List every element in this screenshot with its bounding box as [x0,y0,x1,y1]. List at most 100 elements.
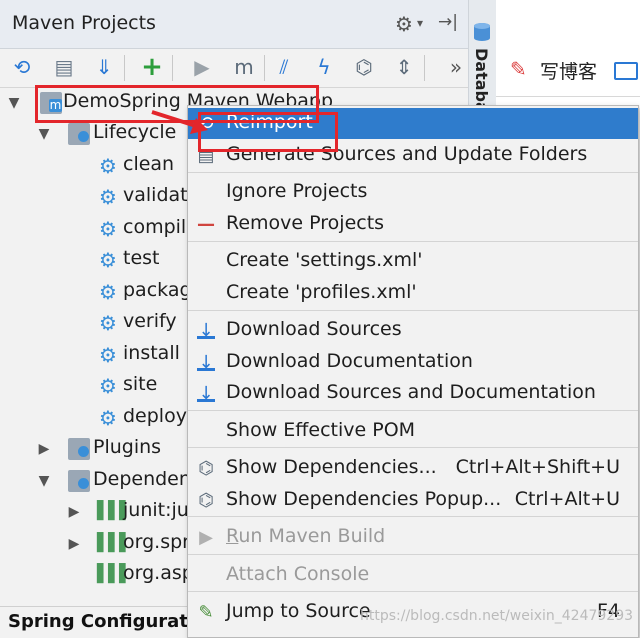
download-icon[interactable]: ⇓ [90,53,118,81]
collapse-all-icon[interactable]: ⇕ [390,53,418,81]
plugins-folder-icon [68,438,90,460]
run-icon[interactable]: ▶ [188,53,216,81]
chevron-down-icon[interactable]: ▼ [36,466,52,496]
maven-toolbar: ⟲ ▤ ⇓ + ▶ m ⫽ ϟ ⌬ ⇕ » [0,49,468,88]
menu-item-download-documentation[interactable]: ↓ Download Documentation [188,347,638,378]
phase-label: verify [123,310,177,332]
toolbar-separator [424,55,425,81]
menu-separator [188,410,638,411]
gear-icon: ⚙ [99,343,117,367]
menu-item-download-sources[interactable]: ↓ Download Sources [188,315,638,346]
generate-sources-icon[interactable]: ▤ [50,53,78,81]
menu-item-show-dependencies[interactable]: ⌬ Show Dependencies... Ctrl+Alt+Shift+U [188,453,638,484]
menu-item-show-dependencies-popup[interactable]: ⌬ Show Dependencies Popup... Ctrl+Alt+U [188,485,638,516]
menu-separator [188,591,638,592]
gear-icon: ⚙ [99,406,117,430]
toolbar-separator [124,55,125,81]
menu-item-shortcut: Ctrl+Alt+Shift+U [455,456,620,478]
menu-separator [188,310,638,311]
phase-label: install [123,342,180,364]
menu-item-label: Run Maven Build [226,525,386,547]
menu-separator [188,172,638,173]
gear-icon: ⚙ [99,154,117,178]
menu-item-label: Remove Projects [226,212,385,234]
remove-icon: — [197,213,215,235]
chevron-right-icon[interactable]: ▶ [66,497,82,527]
watermark: https://blog.csdn.net/weixin_42479293 [360,608,634,624]
annotation-box-reimport [198,112,338,152]
execute-goal-icon[interactable]: m [230,53,258,81]
lifecycle-folder-icon [68,123,90,145]
show-dependencies-icon[interactable]: ⌬ [350,53,378,81]
menu-item-label: Create 'profiles.xml' [226,281,417,303]
download-icon: ↓ [196,320,216,341]
gear-icon[interactable]: ⚙ [395,12,413,36]
toggle-offline-icon[interactable]: ⫽ [270,53,298,81]
menu-item-shortcut: Ctrl+Alt+U [514,488,620,510]
toolbar-separator [172,55,173,81]
write-blog-link[interactable]: 写博客 [540,57,597,84]
menu-item-attach-console[interactable]: Attach Console [188,560,638,591]
menu-item-label: Download Sources [226,318,402,340]
menu-item-label: Jump to Source [226,600,371,622]
gear-icon: ⚙ [99,248,117,272]
annotation-arrow [151,110,208,134]
menu-item-remove-projects[interactable]: — Remove Projects [188,209,638,240]
menu-item-label: Ignore Projects [226,180,368,202]
menu-item-label: Show Effective POM [226,419,416,441]
menu-separator [188,554,638,555]
add-icon[interactable]: + [138,52,166,82]
menu-item-label: Create 'settings.xml' [226,249,423,271]
menu-separator [188,516,638,517]
library-icon: ▌▌▌ [97,564,132,584]
download-icon: ↓ [196,383,216,404]
chevron-down-icon[interactable]: ▾ [417,16,423,30]
gear-icon: ⚙ [99,280,117,304]
dependencies-folder-icon [68,470,90,492]
hide-panel-icon[interactable]: →| [438,12,458,32]
run-icon: ▶ [199,526,213,548]
menu-item-create-settings-xml[interactable]: Create 'settings.xml' [188,246,638,277]
library-icon: ▌▌▌ [97,501,132,521]
menu-item-create-profiles-xml[interactable]: Create 'profiles.xml' [188,278,638,309]
menu-item-label: Download Sources and Documentation [226,381,596,403]
gear-icon: ⚙ [99,374,117,398]
panel-title: Maven Projects [12,12,156,34]
menu-separator [188,241,638,242]
gear-icon: ⚙ [99,217,117,241]
menu-item-download-sources-and-documentation[interactable]: ↓ Download Sources and Documentation [188,378,638,409]
phase-label: deploy [123,405,187,427]
database-icon[interactable] [473,22,491,42]
dependencies-icon: ⌬ [198,489,214,511]
phase-label: clean [123,153,175,175]
plugins-label: Plugins [93,436,162,458]
divider [496,96,640,97]
phase-label: test [123,247,160,269]
chevron-down-icon[interactable]: ▼ [36,119,52,149]
menu-item-label: Download Documentation [226,350,473,372]
menu-separator [188,447,638,448]
background-page [496,0,640,108]
chevron-right-icon[interactable]: ▶ [66,529,82,559]
menu-item-run-maven-build[interactable]: ▶ Run Maven Build [188,522,638,553]
chevron-down-icon[interactable]: ▼ [6,88,22,118]
pen-icon[interactable]: ✎ [510,57,527,81]
download-icon: ↓ [196,352,216,373]
menu-item-label: Show Dependencies Popup... [226,488,502,510]
menu-item-label: Show Dependencies... [226,456,437,478]
menu-item-ignore-projects[interactable]: Ignore Projects [188,177,638,208]
chevron-right-icon[interactable]: ▶ [36,434,52,464]
phase-label: site [123,373,158,395]
context-menu: ⟲ Reimport ▤ Generate Sources and Update Fo… [187,105,639,638]
menu-item-show-effective-pom[interactable]: Show Effective POM [188,416,638,447]
gear-icon: ⚙ [99,311,117,335]
refresh-icon[interactable]: ⟲ [8,53,36,81]
toolbar-separator [264,55,265,81]
menu-item-label: Attach Console [226,563,370,585]
skip-tests-icon[interactable]: ϟ [310,53,338,81]
gear-icon: ⚙ [99,185,117,209]
jump-to-source-icon: ✎ [198,601,214,623]
mail-icon[interactable] [614,62,638,80]
more-icon[interactable]: » [442,53,470,81]
dependencies-icon: ⌬ [198,457,214,479]
